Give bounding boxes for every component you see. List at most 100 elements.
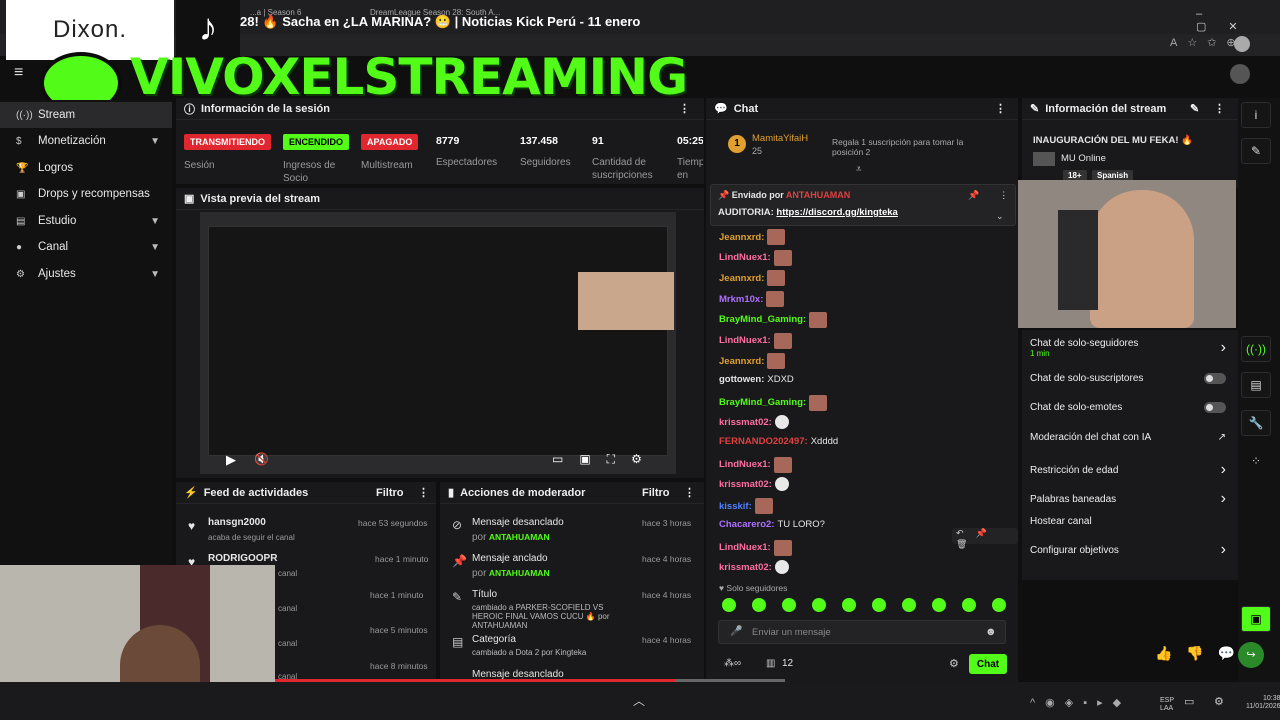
edit-icon[interactable]: ✎ bbox=[1190, 102, 1199, 115]
video-reaction-icons[interactable]: 👍👎💬 bbox=[1155, 645, 1249, 662]
more-icon[interactable]: ⋮ bbox=[679, 102, 690, 115]
wrench-icon[interactable]: 🔧 bbox=[1241, 410, 1271, 436]
chat-message[interactable]: Mrkm10x: bbox=[719, 291, 785, 308]
chat-message[interactable]: krissmat02: bbox=[719, 415, 789, 430]
chat-message[interactable]: krissmat02: bbox=[719, 477, 789, 492]
chat-message[interactable]: gottowen: XDXD bbox=[719, 374, 794, 385]
chat-username[interactable]: krissmat02: bbox=[719, 562, 772, 573]
chat-setting-row[interactable]: Hostear canal bbox=[1030, 516, 1226, 527]
gifter-name[interactable]: MamitaYifaiH bbox=[752, 133, 808, 144]
pencil-icon[interactable]: ✎ bbox=[1241, 138, 1271, 164]
chat-message[interactable]: Jeannxrd: bbox=[719, 353, 786, 370]
chat-message[interactable]: LindNuex1: bbox=[719, 249, 792, 266]
more-icon[interactable]: ⋮ bbox=[1214, 102, 1225, 115]
sidebar-item-canal[interactable]: ● Canal ▼ bbox=[0, 234, 172, 260]
emote-icon[interactable] bbox=[752, 598, 766, 612]
mic-icon[interactable]: 🎤 bbox=[730, 626, 742, 637]
share-icon[interactable]: ↪ bbox=[1238, 642, 1264, 668]
emote-icon[interactable] bbox=[812, 598, 826, 612]
chevron-right-icon[interactable]: › bbox=[1221, 461, 1226, 479]
chat-username[interactable]: LindNuex1: bbox=[719, 459, 771, 470]
pinned-user[interactable]: ANTAHUAMAN bbox=[786, 190, 850, 200]
window-controls[interactable]: –▢✕ bbox=[1196, 8, 1280, 33]
chat-username[interactable]: kisskif: bbox=[719, 501, 752, 512]
chevron-right-icon[interactable]: › bbox=[1221, 490, 1226, 508]
toggle-switch[interactable] bbox=[1204, 402, 1226, 413]
more-icon[interactable]: ⋮ bbox=[684, 486, 695, 499]
emote-icon[interactable] bbox=[842, 598, 856, 612]
chat-message[interactable]: BrayMind_Gaming: bbox=[719, 394, 828, 411]
chat-message[interactable]: FERNANDO202497: Xdddd bbox=[719, 436, 838, 447]
play-icon[interactable]: ▶ bbox=[226, 452, 236, 468]
chat-username[interactable]: krissmat02: bbox=[719, 479, 772, 490]
chat-username[interactable]: Jeannxrd: bbox=[719, 232, 764, 243]
emote-icon[interactable] bbox=[902, 598, 916, 612]
chat-username[interactable]: BrayMind_Gaming: bbox=[719, 314, 806, 325]
sidebar-item-stream[interactable]: ((·)) Stream bbox=[0, 102, 172, 128]
sidebar-item-logros[interactable]: 🏆 Logros bbox=[0, 155, 172, 181]
gift-icon[interactable]: ▥ bbox=[766, 658, 775, 669]
chevron-up-icon[interactable]: ︿ bbox=[633, 692, 645, 709]
stream-preview-video[interactable]: ▶ 🔇 ▭▣⛶⚙ bbox=[200, 212, 676, 474]
chat-message[interactable]: Chacarero2: TU LORO? bbox=[719, 519, 825, 530]
chat-username[interactable]: LindNuex1: bbox=[719, 335, 771, 346]
broadcast-icon[interactable]: ((·)) bbox=[1241, 336, 1271, 362]
chat-username[interactable]: Jeannxrd: bbox=[719, 356, 764, 367]
gear-icon[interactable]: ⚙ bbox=[1214, 695, 1224, 708]
chat-message[interactable]: LindNuex1: bbox=[719, 539, 792, 556]
external-link-icon[interactable]: ↗ bbox=[1218, 432, 1226, 443]
chat-setting-row[interactable]: Chat de solo-emotes bbox=[1030, 402, 1226, 413]
emote-icon[interactable] bbox=[722, 598, 736, 612]
sidebar-item-estudio[interactable]: ▤ Estudio ▼ bbox=[0, 208, 172, 234]
chat-setting-row[interactable]: Chat de solo-seguidores 1 min › bbox=[1030, 338, 1226, 358]
sidebar-item-drops[interactable]: ▣ Drops y recompensas bbox=[0, 181, 172, 207]
more-icon[interactable]: ⋮ bbox=[418, 486, 429, 499]
emote-icon[interactable] bbox=[872, 598, 886, 612]
filter-button[interactable]: Filtro bbox=[642, 487, 670, 499]
chevron-right-icon[interactable]: › bbox=[1221, 339, 1226, 357]
chat-username[interactable]: FERNANDO202497: bbox=[719, 436, 808, 447]
profile-icon[interactable] bbox=[1234, 36, 1250, 52]
chat-setting-row[interactable]: Configurar objetivos › bbox=[1030, 541, 1226, 559]
emote-icon[interactable] bbox=[932, 598, 946, 612]
chat-username[interactable]: LindNuex1: bbox=[719, 252, 771, 263]
emote-icon[interactable] bbox=[962, 598, 976, 612]
toggle-switch[interactable] bbox=[1204, 373, 1226, 384]
message-actions-icon[interactable]: ↶📌🗑 bbox=[952, 528, 1018, 549]
mute-icon[interactable]: 🔇 bbox=[254, 452, 269, 466]
chat-message[interactable]: LindNuex1: bbox=[719, 456, 792, 473]
mod-user[interactable]: ANTAHUAMAN bbox=[489, 532, 550, 542]
stream-category[interactable]: MU Online bbox=[1061, 153, 1106, 164]
player-controls-icon[interactable]: ▭▣⛶⚙ bbox=[552, 452, 658, 467]
chat-setting-row[interactable]: Palabras baneadas › bbox=[1030, 490, 1226, 508]
chat-username[interactable]: gottowen: bbox=[719, 374, 764, 385]
chat-setting-row[interactable]: Moderación del chat con IA ↗ bbox=[1030, 432, 1226, 443]
wifi-icon[interactable]: ▭ bbox=[1184, 695, 1194, 708]
chat-setting-row[interactable]: Chat de solo-suscriptores bbox=[1030, 373, 1226, 384]
chat-username[interactable]: LindNuex1: bbox=[719, 542, 771, 553]
settings-dots-icon[interactable]: ⁘ bbox=[1241, 448, 1271, 474]
points-icon[interactable]: ⁂∞ bbox=[724, 658, 741, 669]
chat-message[interactable]: kisskif: bbox=[719, 498, 773, 515]
pinned-link[interactable]: https://discord.gg/kingteka bbox=[776, 207, 897, 218]
mod-user[interactable]: ANTAHUAMAN bbox=[489, 568, 550, 578]
kick-logo-icon[interactable]: ▣ bbox=[1241, 606, 1271, 632]
avatar[interactable] bbox=[1230, 64, 1250, 84]
more-icon[interactable]: ⋮ bbox=[995, 102, 1006, 115]
chat-message[interactable]: krissmat02: bbox=[719, 560, 789, 575]
chat-username[interactable]: Chacarero2: bbox=[719, 519, 774, 530]
sidebar-item-monetizacion[interactable]: $ Monetización ▼ bbox=[0, 128, 172, 154]
chat-setting-row[interactable]: Restricción de edad › bbox=[1030, 461, 1226, 479]
chat-message[interactable]: BrayMind_Gaming: bbox=[719, 311, 828, 328]
emoji-icon[interactable]: ☻ bbox=[985, 626, 997, 638]
chevron-down-icon[interactable]: ⌄ bbox=[996, 211, 1004, 222]
tray-icons[interactable]: ^◉◈▪▸◆ bbox=[1030, 696, 1131, 709]
emote-icon[interactable] bbox=[782, 598, 796, 612]
gear-icon[interactable]: ⚙ bbox=[949, 657, 959, 670]
menu-icon[interactable]: ≡ bbox=[14, 64, 23, 82]
chat-message[interactable]: LindNuex1: bbox=[719, 332, 792, 349]
chat-message[interactable]: Jeannxrd: bbox=[719, 270, 786, 287]
filter-button[interactable]: Filtro bbox=[376, 487, 404, 499]
chat-username[interactable]: Jeannxrd: bbox=[719, 273, 764, 284]
info-icon[interactable]: i bbox=[1241, 102, 1271, 128]
